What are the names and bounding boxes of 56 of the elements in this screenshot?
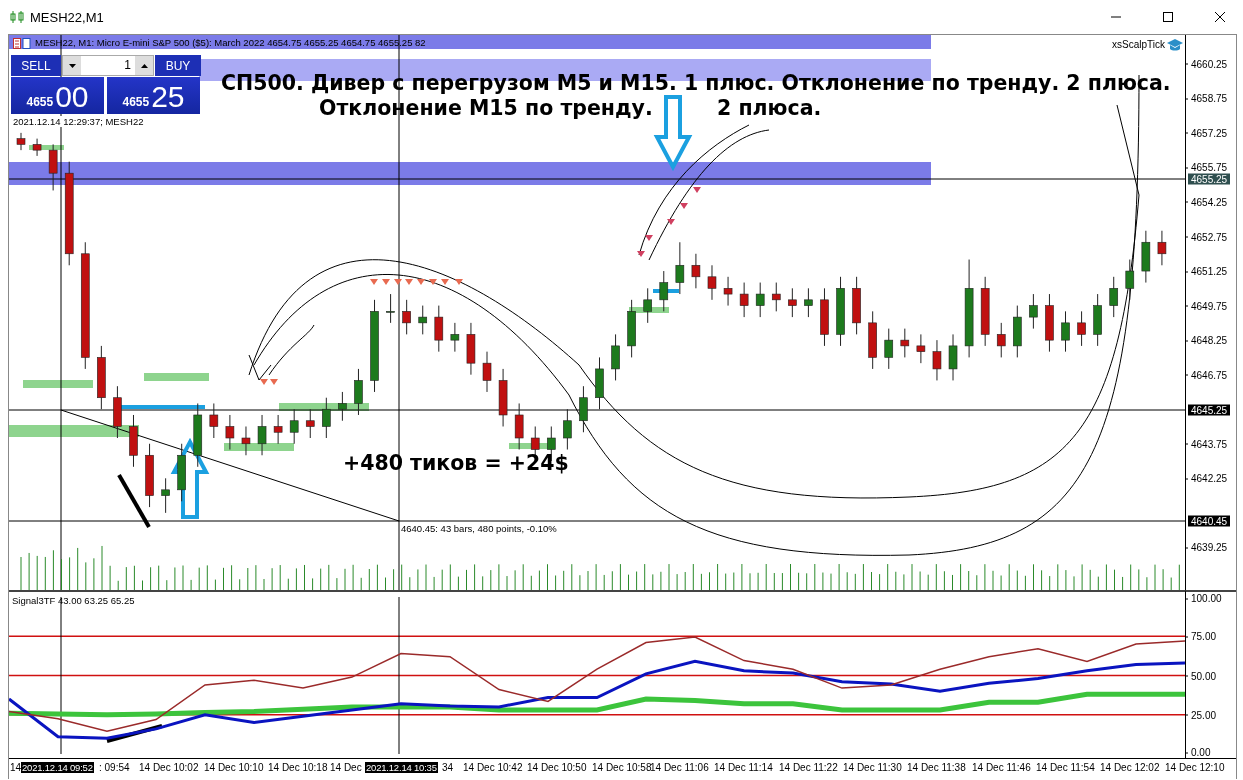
price-label: 4651.25 [1189, 265, 1230, 277]
time-label: 14 Dec 11:54 [1035, 762, 1096, 773]
indicator-label: 50.00 [1189, 670, 1219, 681]
time-label: 2021.12.14 09:52 [21, 762, 94, 773]
price-label: 4658.75 [1189, 92, 1230, 104]
price-marker: 4655.25 [1188, 173, 1231, 185]
expert-name: xsScalpTick [1112, 39, 1165, 50]
indicator-label: 100.00 [1189, 592, 1224, 604]
price-label: 4657.25 [1189, 127, 1230, 139]
buy-price[interactable]: 4655 25 [107, 77, 200, 114]
indicator-label: 75.00 [1189, 630, 1219, 642]
time-label: 2021.12.14 10:35 [365, 762, 438, 773]
price-label: 4660.25 [1189, 58, 1230, 70]
sell-button[interactable]: SELL [11, 55, 61, 76]
time-label: 14 Dec 12:02 [1099, 762, 1161, 773]
time-label: 14 Dec 10:42 [462, 762, 524, 773]
time-label: 14 Dec 10:10 [203, 762, 265, 773]
price-label: 4642.25 [1189, 472, 1230, 484]
time-label: 14 Dec 12:10 [1164, 762, 1226, 773]
time-label: 34 [441, 762, 455, 773]
time-label: 14 [9, 762, 22, 773]
server-time: 2021.12.14 12:29:37; MESH22 [13, 116, 144, 127]
time-label: 14 Dec 10:02 [138, 762, 200, 773]
price-label: 4646.75 [1189, 369, 1230, 381]
time-label: 14 Dec 11:30 [842, 762, 903, 773]
annotation-text: 2 плюса. [717, 96, 822, 120]
time-label: 14 Dec 11:38 [906, 762, 967, 773]
indicator-header: Signal3TF 43.00 63.25 65.25 [12, 595, 135, 606]
volume-spinner[interactable]: 1 [62, 55, 154, 76]
time-label: 14 Dec 10:50 [526, 762, 588, 773]
price-label: 4649.75 [1189, 300, 1230, 312]
annotation-text: +480 тиков = +24$ [343, 451, 569, 475]
time-label: 14 Dec [329, 762, 363, 773]
buy-button[interactable]: BUY [155, 55, 201, 76]
annotation-text: Отклонение М15 по тренду. [319, 96, 653, 120]
window-title: MESH22,M1 [30, 9, 105, 25]
time-label: 14 Dec 11:06 [650, 762, 710, 773]
price-marker: 4640.45 [1188, 515, 1231, 527]
price-label: 4648.25 [1189, 334, 1230, 346]
price-label: 4654.25 [1189, 196, 1230, 208]
time-label: 14 Dec 11:14 [713, 762, 774, 773]
price-label: 4639.25 [1189, 541, 1230, 553]
sell-price[interactable]: 4655 00 [11, 77, 104, 114]
symbol-header: MESH22, M1: Micro E-mini S&P 500 ($5): March 2022 4654.75 4655.25 4654.75 4655.25 82 [35, 37, 426, 48]
time-label: : 09:54 [98, 762, 131, 773]
time-label: 14 Dec 11:22 [778, 762, 839, 773]
indicator-label: 25.00 [1189, 709, 1219, 721]
time-label: 14 Dec 10:18 [267, 762, 329, 773]
price-marker: 4645.25 [1188, 404, 1231, 416]
indicator-label: 0.00 [1189, 746, 1213, 758]
annotation-text: СП500. Дивер с перегрузом М5 и М15. 1 плюс. Отклонение по тренду. 2 плюса. [221, 71, 1171, 95]
price-label: 4643.75 [1189, 438, 1230, 450]
price-label: 4655.75 [1189, 161, 1230, 173]
measure-label: 4640.45: 43 bars, 480 points, -0.10% [401, 523, 557, 534]
price-label: 4652.75 [1189, 231, 1230, 242]
time-label: 14 Dec 11:46 [971, 762, 1032, 773]
